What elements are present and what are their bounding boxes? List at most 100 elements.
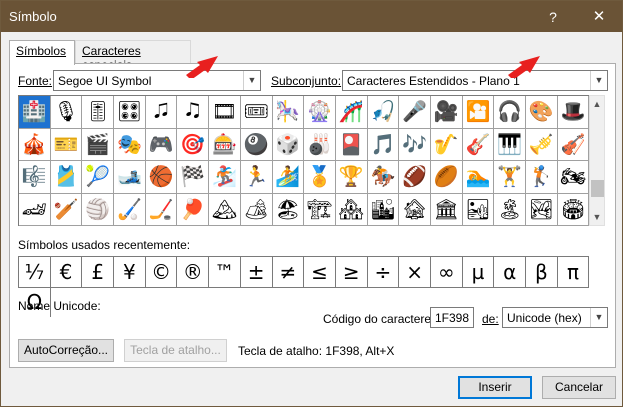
tab-special-characters[interactable]: Caracteres especiais xyxy=(75,40,191,72)
chevron-up-icon[interactable]: ▲ xyxy=(590,96,604,112)
symbol-cell[interactable]: 🎳 xyxy=(304,128,336,161)
recent-symbol[interactable]: β xyxy=(526,257,558,287)
recent-symbol[interactable]: £ xyxy=(82,257,115,287)
symbol-cell[interactable]: 🎚 xyxy=(82,96,115,129)
cancel-button[interactable]: Cancelar xyxy=(542,376,616,399)
recent-symbol[interactable]: ± xyxy=(241,257,273,287)
symbol-cell[interactable]: 🎣 xyxy=(367,96,400,129)
symbol-cell[interactable]: 🏑 xyxy=(114,193,146,226)
symbol-cell[interactable]: 🏁 xyxy=(177,161,210,194)
symbol-cell[interactable]: 🏈 xyxy=(399,161,431,194)
symbol-cell[interactable]: 🏔 xyxy=(209,193,241,226)
scrollbar-thumb[interactable] xyxy=(591,180,604,197)
chevron-down-icon[interactable]: ▼ xyxy=(590,209,604,225)
symbol-cell[interactable]: 🏉 xyxy=(430,161,463,194)
symbol-cell[interactable]: 🎷 xyxy=(430,128,463,161)
symbol-cell[interactable]: 🏐 xyxy=(82,193,115,226)
symbol-cell[interactable]: 🏄 xyxy=(272,161,305,194)
symbol-cell[interactable]: 🎱 xyxy=(240,128,273,161)
symbol-cell[interactable]: 🏜 xyxy=(462,193,495,226)
recent-symbol[interactable]: ¥ xyxy=(114,257,146,287)
symbol-cell[interactable]: 🎨 xyxy=(526,96,558,129)
symbol-cell[interactable]: 🏘 xyxy=(335,193,368,226)
recent-symbol[interactable]: ⅐ xyxy=(19,257,51,287)
symbol-cell[interactable]: 🎰 xyxy=(209,128,241,161)
symbol-grid-scrollbar[interactable]: ▲ ▼ xyxy=(589,95,605,226)
symbol-cell[interactable]: 🎙 xyxy=(50,96,83,129)
symbol-cell[interactable]: 🎠 xyxy=(272,96,305,129)
recent-symbols[interactable]: ⅐ € £ ¥ © ® ™ ± ≠ ≤ ≥ ÷ × ∞ µ α β π Ω xyxy=(18,256,590,317)
symbol-cell[interactable]: 🎿 xyxy=(114,161,146,194)
symbol-cell[interactable]: 🏇 xyxy=(367,161,400,194)
symbol-cell[interactable]: 🎛 xyxy=(114,96,146,129)
symbol-cell[interactable]: 🎞 xyxy=(209,96,241,129)
recent-symbol[interactable]: ≤ xyxy=(304,257,336,287)
symbol-cell[interactable]: 🎫 xyxy=(50,128,83,161)
symbol-cell[interactable]: 🎺 xyxy=(526,128,558,161)
recent-symbol[interactable]: π xyxy=(558,257,590,287)
symbol-cell[interactable]: 🎩 xyxy=(557,96,590,129)
recent-symbol[interactable]: © xyxy=(146,257,178,287)
char-code-input[interactable]: 1F398 xyxy=(430,307,474,328)
symbol-cell[interactable]: 🎵 xyxy=(367,128,400,161)
symbol-cell[interactable]: 🏊 xyxy=(462,161,495,194)
symbol-cell[interactable]: 🏞 xyxy=(526,193,558,226)
symbol-cell[interactable]: 🎾 xyxy=(82,161,115,194)
symbol-cell[interactable]: 🎽 xyxy=(50,161,83,194)
symbol-cell[interactable]: 🎦 xyxy=(462,96,495,129)
symbol-cell[interactable]: 🏛 xyxy=(430,193,463,226)
insert-button[interactable]: Inserir xyxy=(458,376,532,399)
symbol-cell[interactable]: 🏖 xyxy=(272,193,305,226)
help-button[interactable]: ? xyxy=(539,5,567,29)
symbol-cell[interactable]: 🎹 xyxy=(494,128,526,161)
symbol-cell[interactable]: 🎥 xyxy=(430,96,463,129)
symbol-cell[interactable]: 🏋 xyxy=(494,161,526,194)
symbol-cell[interactable]: 🏙 xyxy=(367,193,400,226)
symbol-cell[interactable]: 🏒 xyxy=(145,193,178,226)
shortcut-key-button[interactable]: Tecla de atalho... xyxy=(124,339,227,362)
symbol-cell[interactable]: 🎪 xyxy=(19,128,51,161)
symbol-grid[interactable]: 🏥 🎙 🎚 🎛 🎜 🎝 🎞 🎟 🎠 🎡 🎢 🎣 🎤 🎥 🎦 🎧 🎨 🎩 🎪 🎫 🎬 🎭 🎮 🎯 🎰 🎱 🎲 🎳 🎴 🎵 🎶 🎷 🎸 🎹 🎺 🎻 🎼 🎽 🎾 🎿… xyxy=(18,95,590,226)
symbol-cell[interactable]: 🎢 xyxy=(335,96,368,129)
recent-symbol[interactable]: α xyxy=(494,257,526,287)
symbol-cell[interactable]: 🏎 xyxy=(19,193,51,226)
symbol-cell[interactable]: 🏅 xyxy=(304,161,336,194)
recent-symbol[interactable]: ™ xyxy=(209,257,241,287)
symbol-cell[interactable]: 🎧 xyxy=(494,96,526,129)
symbol-cell[interactable]: 🎯 xyxy=(177,128,210,161)
symbol-cell[interactable]: 🎼 xyxy=(19,161,51,194)
symbol-cell[interactable]: 🏏 xyxy=(50,193,83,226)
symbol-cell[interactable]: 🏓 xyxy=(177,193,210,226)
recent-symbol[interactable]: × xyxy=(399,257,431,287)
symbol-cell[interactable]: 🎤 xyxy=(399,96,431,129)
symbol-cell[interactable]: 🏥 xyxy=(19,96,51,129)
symbol-cell[interactable]: 🎮 xyxy=(145,128,178,161)
symbol-cell[interactable]: 🎭 xyxy=(114,128,146,161)
symbol-cell[interactable]: 🏟 xyxy=(557,193,590,226)
autocorrect-button[interactable]: AutoCorreção... xyxy=(18,339,114,362)
from-select[interactable]: Unicode (hex) ▼ xyxy=(502,307,608,328)
subset-select[interactable]: Caracteres Estendidos - Plano 1 ▼ xyxy=(342,70,608,91)
symbol-cell[interactable]: 🏃 xyxy=(240,161,273,194)
symbol-cell[interactable]: 🏀 xyxy=(145,161,178,194)
symbol-cell[interactable]: 🏗 xyxy=(304,193,336,226)
symbol-cell[interactable]: 🏂 xyxy=(209,161,241,194)
symbol-cell[interactable]: 🎸 xyxy=(462,128,495,161)
recent-symbol[interactable]: € xyxy=(51,257,83,287)
symbol-cell[interactable]: 🏍 xyxy=(557,161,590,194)
symbol-cell[interactable]: 🏚 xyxy=(399,193,431,226)
recent-symbol[interactable]: ≠ xyxy=(273,257,305,287)
symbol-cell[interactable]: 🎝 xyxy=(177,96,210,129)
symbol-cell[interactable]: 🎡 xyxy=(304,96,336,129)
symbol-cell[interactable]: 🎜 xyxy=(145,96,178,129)
symbol-cell[interactable]: 🎻 xyxy=(557,128,590,161)
symbol-cell[interactable]: 🎴 xyxy=(335,128,368,161)
recent-symbol[interactable]: µ xyxy=(463,257,495,287)
symbol-cell[interactable]: 🏕 xyxy=(240,193,273,226)
close-button[interactable]: ✕ xyxy=(581,5,617,29)
recent-symbol[interactable]: ∞ xyxy=(431,257,463,287)
symbol-cell[interactable]: 🏌 xyxy=(526,161,558,194)
symbol-cell[interactable]: 🏆 xyxy=(335,161,368,194)
recent-symbol[interactable]: ® xyxy=(177,257,210,287)
symbol-cell[interactable]: 🎲 xyxy=(272,128,305,161)
